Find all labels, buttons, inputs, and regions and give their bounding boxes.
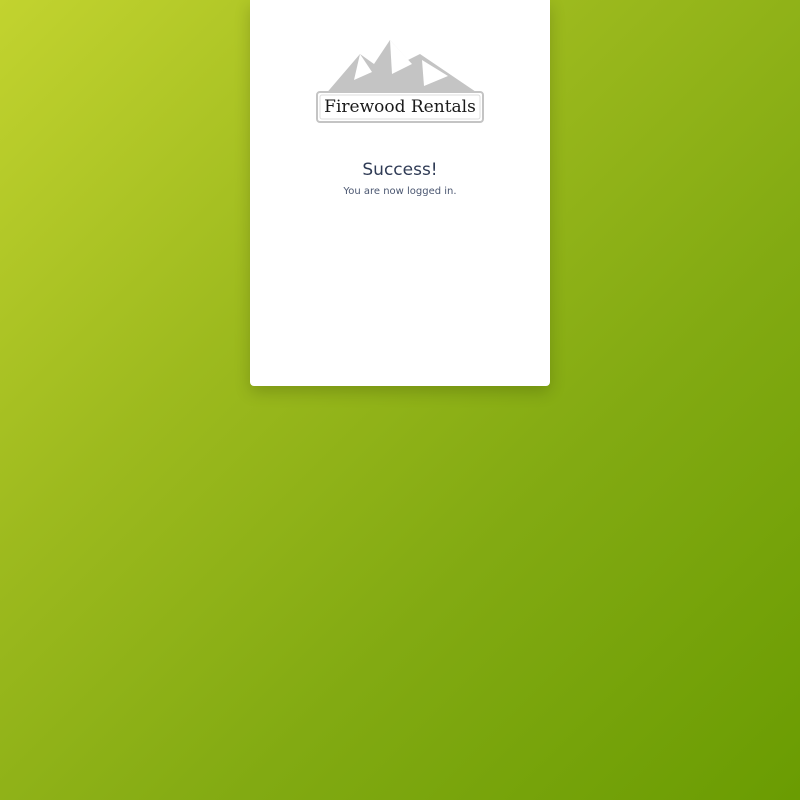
firewood-rentals-logo: Firewood Rentals xyxy=(316,38,484,126)
login-success-card: Firewood Rentals Success! You are now lo… xyxy=(250,0,550,386)
logged-in-message: You are now logged in. xyxy=(343,186,457,197)
logo-text: Firewood Rentals xyxy=(324,97,476,117)
success-title: Success! xyxy=(362,160,438,180)
